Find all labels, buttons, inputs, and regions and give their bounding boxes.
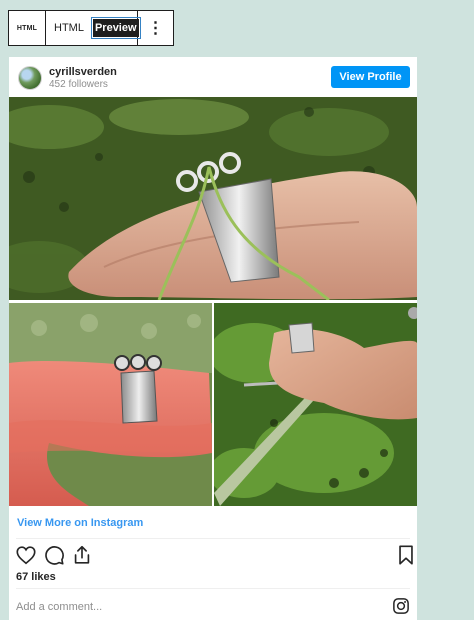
like-count: 67 likes — [16, 571, 56, 583]
post-photo-left[interactable] — [9, 303, 212, 506]
post-photo-main[interactable] — [9, 97, 417, 300]
html-block-icon[interactable]: HTML — [9, 11, 46, 45]
view-more-link[interactable]: View More on Instagram — [17, 517, 143, 529]
share-icon[interactable] — [71, 544, 93, 566]
avatar[interactable] — [18, 66, 42, 90]
username[interactable]: cyrillsverden — [49, 66, 117, 78]
html-mode-button[interactable]: HTML — [52, 20, 86, 36]
bookmark-icon[interactable] — [395, 544, 417, 566]
mode-switcher: HTML Preview — [46, 11, 141, 45]
comment-icon[interactable] — [43, 544, 65, 566]
view-profile-button[interactable]: View Profile — [331, 66, 410, 88]
more-options-icon[interactable]: ⋮ — [138, 11, 173, 45]
block-toolbar: HTML HTML Preview ⋮ — [8, 10, 174, 46]
instagram-embed: cyrillsverden 452 followers View Profile — [9, 57, 417, 620]
comment-input[interactable] — [16, 598, 376, 616]
post-header: cyrillsverden 452 followers View Profile — [9, 57, 417, 97]
heart-icon[interactable] — [15, 544, 37, 566]
action-bar — [15, 544, 413, 568]
divider — [16, 588, 410, 589]
divider — [16, 538, 410, 539]
follower-count: 452 followers — [49, 79, 108, 90]
preview-mode-button[interactable]: Preview — [90, 17, 141, 39]
instagram-icon[interactable] — [392, 597, 410, 615]
post-photo-right[interactable] — [214, 303, 417, 506]
